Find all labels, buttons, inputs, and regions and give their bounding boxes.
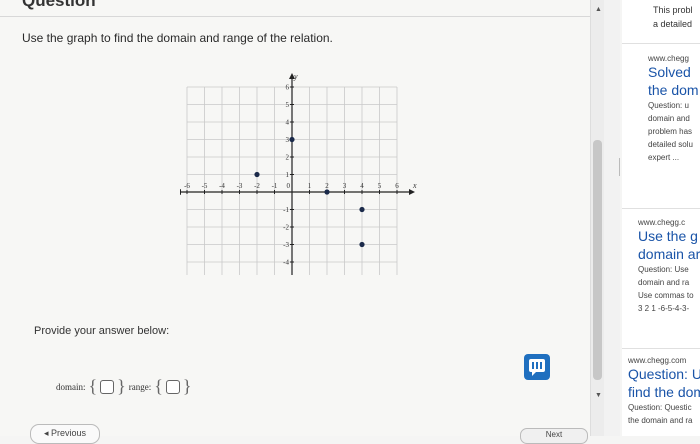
data-point [289, 136, 295, 143]
y-tick-label: 1 [286, 171, 290, 179]
domain-open-brace: { [88, 376, 98, 396]
result-desc: 3 2 1 -6-5-4-3- [638, 304, 690, 313]
next-label: Next [545, 430, 563, 439]
next-button[interactable]: Next [520, 428, 588, 444]
search-result[interactable]: www.chegg.c Use the g domain ar Question… [638, 218, 700, 315]
scroll-down-icon[interactable]: ▼ [595, 392, 602, 399]
heading-divider [0, 16, 598, 17]
search-sidebar: This probl a detailed www.chegg Solved t… [622, 0, 700, 436]
chat-icon[interactable] [524, 354, 550, 380]
x-tick-label: -4 [219, 182, 225, 190]
x-tick-label: -6 [184, 182, 190, 190]
y-tick-label: 6 [286, 84, 290, 92]
sidebar-divider [622, 208, 700, 209]
scroll-up-icon[interactable]: ▲ [595, 6, 602, 13]
result-desc: domain and [648, 114, 690, 123]
result-title[interactable]: Question: U [628, 365, 700, 383]
range-label: range: [128, 381, 152, 392]
sidebar-divider [622, 43, 700, 44]
result-desc: Question: Use [638, 265, 689, 274]
data-point [359, 241, 365, 248]
sidebar-divider [622, 348, 700, 349]
y-tick-label: 5 [286, 101, 290, 109]
result-url: www.chegg.com [628, 356, 687, 365]
x-tick-label: -5 [202, 182, 208, 190]
x-axis-label: x [412, 181, 417, 190]
y-tick-label: -2 [283, 224, 289, 232]
result-desc: problem has [648, 127, 693, 136]
domain-input[interactable] [100, 379, 115, 394]
data-point [359, 206, 365, 213]
origin-label: 0 [287, 182, 291, 190]
y-tick-label: -4 [283, 259, 289, 267]
x-tick-label: -1 [272, 182, 278, 190]
range-input[interactable] [165, 379, 180, 394]
x-tick-label: 6 [395, 182, 399, 190]
domain-label: domain: [56, 381, 86, 392]
previous-button[interactable]: ◂ Previous [30, 424, 100, 444]
x-tick-label: 3 [343, 182, 347, 190]
result-desc: Question: Questic [628, 403, 692, 412]
top-text-line: This probl [653, 5, 693, 15]
main-scrollbar[interactable]: ▲ ▼ [590, 0, 605, 436]
range-close-brace: } [182, 376, 192, 396]
x-tick-label: 2 [325, 182, 329, 190]
y-tick-label: 2 [286, 154, 290, 162]
result-title[interactable]: find the dom [628, 383, 700, 401]
x-tick-label: 1 [308, 182, 312, 190]
answer-row: domain: { } range: { } [56, 376, 192, 397]
y-tick-label: -3 [283, 241, 289, 249]
range-open-brace: { [154, 376, 163, 396]
data-point [324, 189, 330, 195]
x-tick-label: 5 [378, 182, 382, 190]
result-url: www.chegg [648, 54, 689, 63]
x-tick-label: 4 [360, 182, 364, 190]
y-axis-label: y [293, 72, 298, 81]
y-tick-label: -1 [283, 206, 289, 214]
top-text-line: a detailed [653, 19, 693, 29]
result-title[interactable]: Solved [648, 63, 699, 81]
result-title[interactable]: the dom [648, 81, 699, 99]
data-point [254, 171, 260, 178]
previous-label: Previous [51, 428, 87, 438]
sidebar-top-text: This probl a detailed [653, 3, 693, 31]
x-axis-arrow-icon [180, 189, 181, 195]
splitter [604, 0, 620, 436]
y-tick-label: 4 [286, 119, 290, 127]
chat-glyph-icon [529, 359, 545, 376]
domain-close-brace: } [117, 376, 126, 396]
result-title[interactable]: Use the g [638, 227, 700, 245]
question-panel: Question Use the graph to find the domai… [0, 0, 598, 444]
result-title[interactable]: domain ar [638, 245, 700, 263]
result-desc: Question: u [648, 101, 689, 110]
answer-prompt: Provide your answer below: [34, 325, 170, 337]
result-desc: detailed solu [648, 140, 693, 149]
result-url: www.chegg.c [638, 218, 686, 227]
result-desc: the domain and ra [628, 416, 693, 425]
scroll-thumb[interactable] [593, 140, 602, 380]
result-desc: Use commas to [638, 291, 694, 300]
x-tick-label: -3 [237, 182, 243, 190]
question-heading: Question [22, 0, 96, 10]
y-tick-label: 3 [286, 136, 290, 144]
result-desc: domain and ra [638, 278, 690, 287]
result-desc: expert ... [648, 153, 680, 162]
search-result[interactable]: www.chegg Solved the dom Question: u dom… [648, 54, 699, 164]
question-prompt: Use the graph to find the domain and ran… [22, 31, 333, 45]
x-tick-label: -2 [254, 182, 260, 190]
relation-graph: xy-6-5-4-3-2-11234560654321-1-2-3-4-5-6 [180, 72, 417, 275]
search-result[interactable]: www.chegg.com Question: U find the dom Q… [628, 356, 700, 427]
